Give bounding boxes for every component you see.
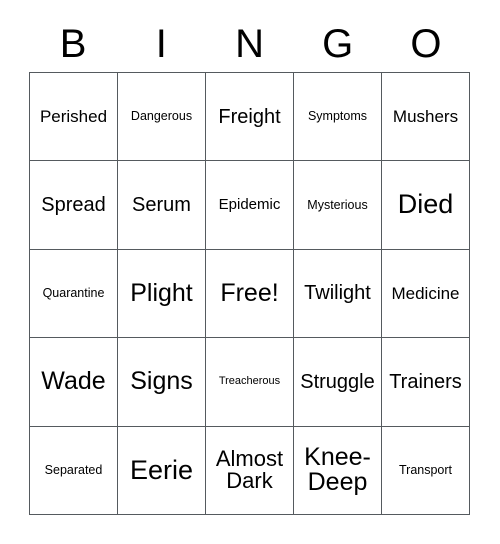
bingo-header-letter-g: G <box>322 22 354 66</box>
bingo-cell-o5[interactable]: Transport <box>382 426 470 515</box>
bingo-cell-label: Separated <box>44 462 103 477</box>
bingo-cell-b3[interactable]: Quarantine <box>30 249 118 339</box>
bingo-cell-i2[interactable]: Serum <box>118 161 206 250</box>
bingo-cell-label: Mysterious <box>307 197 368 212</box>
bingo-cell-label: Dangerous <box>130 109 193 124</box>
bingo-cell-label: Free! <box>220 278 279 307</box>
bingo-cell-i4[interactable]: Signs <box>118 338 206 427</box>
bingo-cell-i5[interactable]: Eerie <box>118 426 206 515</box>
bingo-header-letter-i: I <box>155 22 167 66</box>
bingo-cell-label: Perished <box>39 107 108 127</box>
bingo-cell-o4[interactable]: Trainers <box>382 338 470 427</box>
bingo-header-letter-b: B <box>59 22 87 66</box>
bingo-card: B I N G O Perished Dangerous Freight Sym… <box>0 0 500 544</box>
bingo-cell-n1[interactable]: Freight <box>206 73 294 162</box>
bingo-cell-label: Transport <box>398 462 453 477</box>
bingo-cell-b4[interactable]: Wade <box>30 338 118 427</box>
bingo-cell-i1[interactable]: Dangerous <box>118 73 206 162</box>
bingo-cell-free-space[interactable]: Free! <box>206 249 294 339</box>
bingo-cell-b5[interactable]: Separated <box>30 426 118 515</box>
bingo-cell-o3[interactable]: Medicine <box>382 249 470 339</box>
bingo-cell-n5[interactable]: Almost Dark <box>206 426 294 515</box>
bingo-cell-label: Mushers <box>392 107 459 127</box>
bingo-cell-g5[interactable]: Knee-Deep <box>294 426 382 515</box>
bingo-cell-label: Plight <box>130 278 193 307</box>
bingo-cell-n2[interactable]: Epidemic <box>206 161 294 250</box>
bingo-cell-label: Knee-Deep <box>304 442 371 497</box>
bingo-grid: Perished Dangerous Freight Symptoms Mush… <box>29 72 470 515</box>
bingo-cell-g4[interactable]: Struggle <box>294 338 382 427</box>
bingo-cell-label: Serum <box>132 193 191 216</box>
bingo-cell-label: Wade <box>41 367 106 396</box>
bingo-cell-o1[interactable]: Mushers <box>382 73 470 162</box>
bingo-cell-label: Twilight <box>304 282 371 305</box>
bingo-cell-g2[interactable]: Mysterious <box>294 161 382 250</box>
bingo-cell-label: Medicine <box>391 283 460 303</box>
bingo-header-row: B I N G O <box>29 16 470 72</box>
bingo-cell-label: Symptoms <box>307 109 368 124</box>
bingo-cell-b1[interactable]: Perished <box>30 73 118 162</box>
bingo-cell-label: Struggle <box>300 370 375 393</box>
bingo-cell-label: Signs <box>130 367 193 396</box>
bingo-cell-label: Freight <box>218 105 281 128</box>
bingo-cell-label: Died <box>397 189 454 220</box>
bingo-cell-i3[interactable]: Plight <box>118 249 206 339</box>
bingo-cell-n4[interactable]: Treacherous <box>206 338 294 427</box>
bingo-cell-g3[interactable]: Twilight <box>294 249 382 339</box>
bingo-cell-o2[interactable]: Died <box>382 161 470 250</box>
bingo-cell-g1[interactable]: Symptoms <box>294 73 382 162</box>
bingo-cell-label: Trainers <box>389 370 462 393</box>
bingo-cell-label: Eerie <box>129 454 194 485</box>
bingo-cell-label: Epidemic <box>218 196 281 214</box>
bingo-header-letter-o: O <box>410 22 442 66</box>
bingo-cell-label: Quarantine <box>42 286 105 301</box>
bingo-cell-label: Almost Dark <box>215 445 284 494</box>
bingo-cell-label: Spread <box>41 193 106 216</box>
bingo-header-letter-n: N <box>235 22 264 66</box>
bingo-cell-label: Treacherous <box>218 375 281 388</box>
bingo-cell-b2[interactable]: Spread <box>30 161 118 250</box>
